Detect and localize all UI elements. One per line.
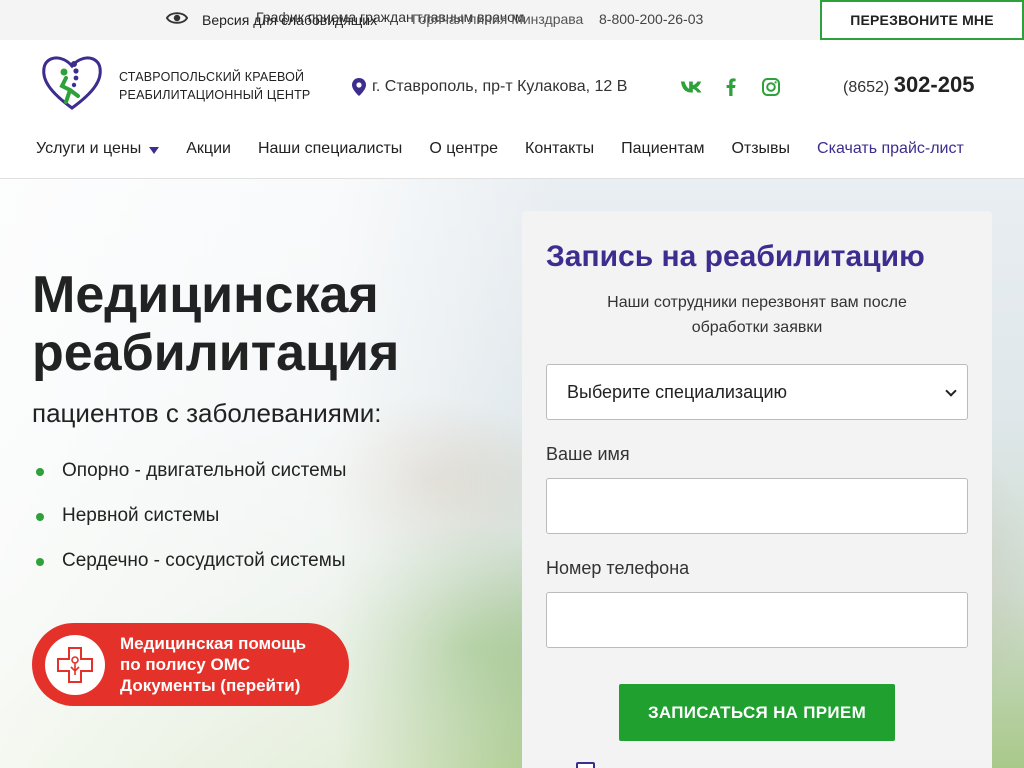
nav-item-contacts[interactable]: Контакты	[525, 140, 594, 158]
consent-checkbox[interactable]	[576, 762, 595, 768]
nav-item-about[interactable]: О центре	[429, 140, 498, 158]
instagram-icon[interactable]	[760, 77, 782, 97]
form-subtitle-line2: обработки заявки	[691, 319, 823, 336]
list-item-text: Опорно - двигательной системы	[62, 460, 347, 481]
list-item-text: Нервной системы	[62, 505, 220, 526]
specialization-select[interactable]: Выберите специализацию	[546, 364, 968, 420]
phone-input[interactable]	[546, 592, 968, 648]
org-name-line1: СТАВРОПОЛЬСКИЙ КРАЕВОЙ	[119, 70, 305, 84]
submit-button[interactable]: ЗАПИСАТЬСЯ НА ПРИЕМ	[619, 684, 895, 741]
eye-icon[interactable]	[166, 9, 188, 27]
bullet-icon	[36, 513, 44, 521]
address: г. Ставрополь, пр-т Кулакова, 12 В	[352, 78, 627, 96]
list-item-text: Сердечно - сосудистой системы	[62, 550, 346, 571]
select-value: Выберите специализацию	[567, 381, 787, 402]
nav-item-promotions[interactable]: Акции	[186, 140, 231, 158]
hero-subtitle: пациентов с заболеваниями:	[32, 398, 382, 428]
phone-label: Номер телефона	[546, 558, 690, 578]
chevron-down-icon	[149, 146, 160, 154]
medical-cross-icon	[45, 634, 105, 695]
hero-title: Медицинская реабилитация	[32, 266, 399, 382]
phone-code: (8652)	[843, 79, 890, 96]
callback-button[interactable]: ПЕРЕЗВОНИТЕ МНЕ	[820, 0, 1024, 40]
hero-title-line1: Медицинская	[32, 266, 379, 324]
form-subtitle-line1: Наши сотрудники перезвонят вам после	[607, 294, 907, 311]
vk-icon[interactable]	[680, 77, 702, 97]
oms-text: Медицинская помощь по полису ОМС Докумен…	[120, 633, 306, 696]
top-bar: Версия для слабовидящих График приема гр…	[0, 0, 1024, 40]
conditions-list: Опорно - двигательной системы Нервной си…	[36, 460, 346, 595]
phone-main: 302-205	[893, 72, 975, 97]
name-label: Ваше имя	[546, 444, 630, 464]
facebook-icon[interactable]	[720, 77, 742, 97]
social-links	[680, 77, 782, 97]
list-item: Опорно - двигательной системы	[36, 460, 346, 505]
oms-line2: по полису ОМС	[120, 655, 251, 674]
form-subtitle: Наши сотрудники перезвонят вам после обр…	[546, 290, 968, 340]
nav-item-patients[interactable]: Пациентам	[621, 140, 704, 158]
bullet-icon	[36, 558, 44, 566]
phone-number[interactable]: (8652) 302-205	[843, 72, 974, 98]
list-item: Нервной системы	[36, 505, 346, 550]
main-nav: Услуги и цены Акции Наши специалисты О ц…	[36, 140, 964, 158]
center-logo[interactable]	[40, 50, 104, 114]
nav-item-reviews[interactable]: Отзывы	[731, 140, 790, 158]
hero-title-line2: реабилитация	[32, 324, 400, 382]
hotline-label: Горячая линия Минздрава	[412, 11, 584, 27]
download-price-link[interactable]: Скачать прайс-лист	[817, 140, 964, 158]
organization-name: СТАВРОПОЛЬСКИЙ КРАЕВОЙ РЕАБИЛИТАЦИОННЫЙ …	[119, 68, 310, 104]
hotline-phone[interactable]: 8-800-200-26-03	[599, 11, 703, 27]
org-name-line2: РЕАБИЛИТАЦИОННЫЙ ЦЕНТР	[119, 88, 311, 102]
oms-documents-button[interactable]: Медицинская помощь по полису ОМС Докумен…	[32, 623, 349, 706]
form-title: Запись на реабилитацию	[546, 240, 925, 273]
oms-line1: Медицинская помощь	[120, 634, 307, 653]
oms-documents-link[interactable]: Документы (перейти)	[120, 675, 306, 696]
address-text: г. Ставрополь, пр-т Кулакова, 12 В	[372, 78, 628, 95]
name-input[interactable]	[546, 478, 968, 534]
bullet-icon	[36, 468, 44, 476]
nav-item-services[interactable]: Услуги и цены	[36, 140, 160, 158]
map-pin-icon	[352, 78, 366, 96]
nav-item-label: Услуги и цены	[36, 140, 142, 157]
list-item: Сердечно - сосудистой системы	[36, 550, 346, 595]
nav-item-specialists[interactable]: Наши специалисты	[258, 140, 402, 158]
chevron-down-icon	[945, 385, 957, 397]
